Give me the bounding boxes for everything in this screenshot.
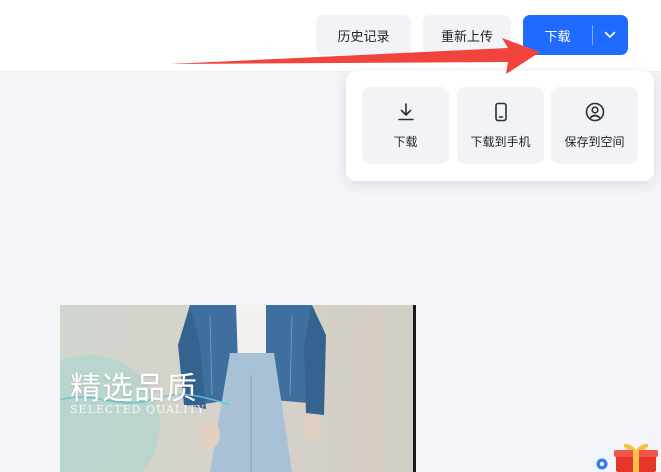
download-dropdown-menu: 下载 下载到手机 保存到空间 bbox=[346, 71, 654, 181]
image-edge bbox=[413, 305, 416, 472]
download-to-phone-label: 下载到手机 bbox=[470, 135, 531, 149]
chevron-down-icon bbox=[604, 31, 616, 38]
gift-icon[interactable] bbox=[594, 440, 661, 472]
download-icon bbox=[397, 103, 414, 121]
download-to-phone-option[interactable]: 下载到手机 bbox=[457, 87, 544, 164]
download-option-label: 下载 bbox=[393, 135, 418, 149]
save-to-space-label: 保存到空间 bbox=[564, 135, 625, 149]
user-circle-icon bbox=[585, 102, 604, 122]
download-dropdown-button[interactable] bbox=[592, 15, 628, 55]
phone-icon bbox=[494, 102, 507, 122]
top-toolbar: 历史记录 重新上传 下载 bbox=[0, 0, 661, 72]
banner-subtitle: SELECTED QUALITY bbox=[70, 403, 206, 416]
reupload-button[interactable]: 重新上传 bbox=[423, 15, 511, 55]
history-button[interactable]: 历史记录 bbox=[316, 15, 411, 55]
download-option[interactable]: 下载 bbox=[362, 87, 449, 164]
banner-title: 精选品质 bbox=[70, 371, 198, 407]
save-to-space-option[interactable]: 保存到空间 bbox=[551, 87, 638, 164]
product-preview-image: 精选品质 SELECTED QUALITY bbox=[60, 305, 416, 472]
download-button[interactable]: 下载 bbox=[523, 15, 592, 55]
